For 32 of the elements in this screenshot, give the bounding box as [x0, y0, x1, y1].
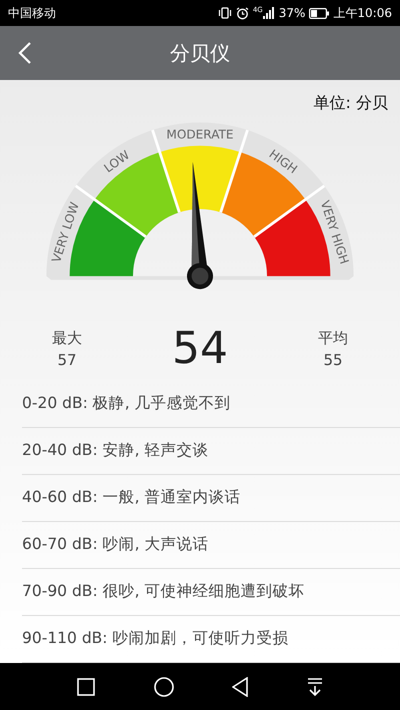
pull-down-icon: [306, 676, 323, 696]
average-label: 平均: [318, 328, 348, 349]
noise-level-description: 20-40 dB: 安静, 轻声交谈: [22, 440, 208, 462]
noise-level-description: 60-70 dB: 吵闹, 大声说话: [22, 534, 208, 556]
recents-button[interactable]: [77, 678, 96, 696]
noise-level-description: 70-90 dB: 很吵, 可使神经细胞遭到破坏: [22, 581, 304, 602]
back-icon: [18, 41, 32, 65]
noise-level-description: 40-60 dB: 一般, 普通室内谈话: [22, 487, 240, 508]
clock: 上午10:06: [333, 5, 392, 22]
max-label: 最大: [52, 328, 82, 349]
gauge-label: VERY HIGH: [318, 199, 352, 266]
notification-button[interactable]: [306, 676, 323, 696]
unit-label: 单位: 分贝: [314, 92, 388, 114]
current-reading: 54: [172, 322, 228, 376]
circle-icon: [154, 676, 174, 696]
carrier-name: 中国移动: [8, 5, 56, 22]
alarm-icon: [236, 6, 249, 20]
battery-percent: 37%: [278, 5, 306, 22]
max-value: 57: [57, 350, 77, 371]
back-nav-button[interactable]: [232, 676, 248, 696]
signal-icon: [262, 7, 275, 19]
home-button[interactable]: [154, 676, 174, 696]
triangle-icon: [232, 676, 248, 696]
average-value: 55: [323, 350, 343, 371]
gauge-label: MODERATE: [166, 128, 234, 142]
noise-level-description: 90-110 dB: 吵闹加剧，可使听力受损: [22, 628, 288, 650]
vibrate-icon: [218, 7, 232, 19]
noise-level-description: 0-20 dB: 极静, 几乎感觉不到: [22, 393, 231, 414]
battery-icon: [309, 8, 330, 18]
page-title: 分贝仪: [170, 40, 230, 67]
square-icon: [77, 678, 96, 696]
gauge-label: VERY LOW: [49, 200, 82, 264]
